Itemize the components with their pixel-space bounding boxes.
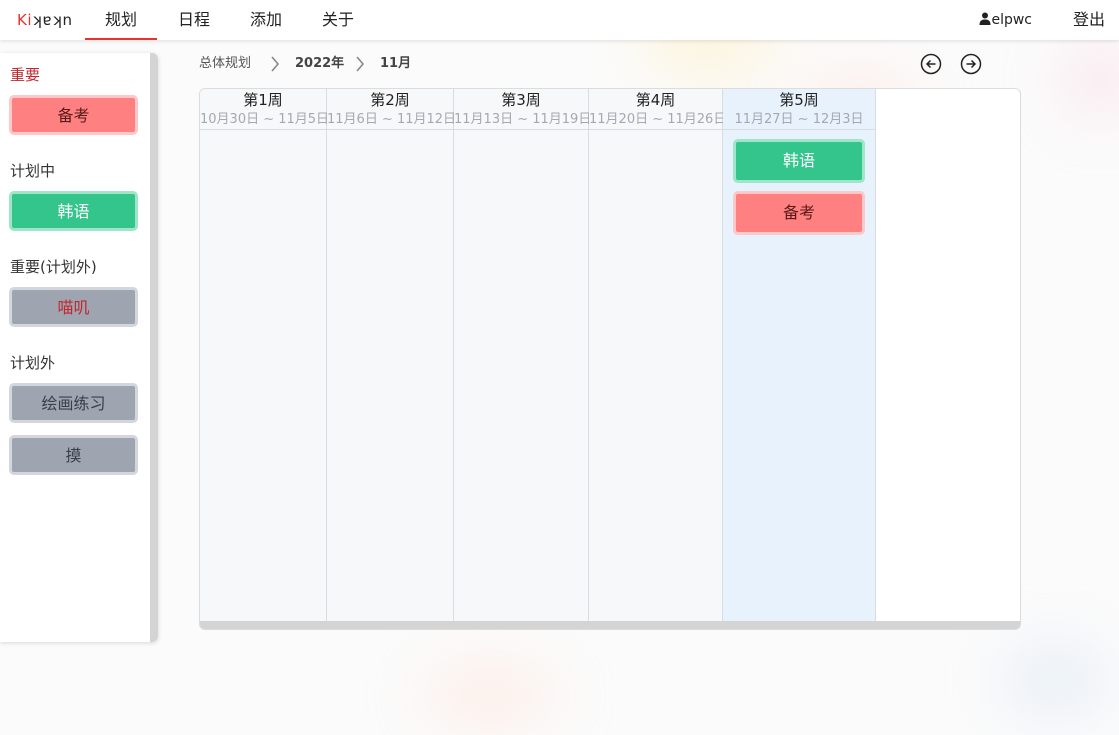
- sidebar: 重要 备考 计划中 韩语 重要(计划外) 喵叽 计划外 绘画练习 摸: [0, 53, 158, 642]
- week-column[interactable]: 第4周 11月20日 ~ 11月26日: [589, 89, 727, 622]
- background-blob: [420, 660, 560, 730]
- section-label-important-unplanned: 重要(计划外): [10, 258, 97, 276]
- breadcrumb-root[interactable]: 总体规划: [199, 55, 251, 73]
- next-arrow-icon[interactable]: [960, 53, 982, 75]
- logout-button[interactable]: 登出: [1073, 0, 1105, 40]
- week-range: 10月30日 ~ 11月5日: [200, 112, 330, 127]
- week-task-exam-prep[interactable]: 备考: [733, 191, 865, 235]
- user-menu[interactable]: elpwc: [979, 0, 1032, 40]
- nav-schedule[interactable]: 日程: [166, 0, 222, 40]
- week-title: 第2周: [370, 91, 410, 109]
- week-range: 11月27日 ~ 12月3日: [734, 112, 864, 127]
- divider: [327, 129, 453, 130]
- user-icon: [979, 12, 991, 25]
- previous-arrow-icon[interactable]: [920, 53, 942, 75]
- week-column[interactable]: 第3周 11月13日 ~ 11月19日: [454, 89, 592, 622]
- chevron-right-icon: [356, 56, 365, 72]
- task-button-korean[interactable]: 韩语: [9, 191, 138, 231]
- week-board: 第1周 10月30日 ~ 11月5日 第2周 11月6日 ~ 11月12日 第3…: [199, 88, 1021, 630]
- week-title: 第3周: [501, 91, 541, 109]
- week-range: 11月6日 ~ 11月12日: [327, 112, 457, 127]
- divider: [454, 129, 588, 130]
- divider: [723, 129, 875, 130]
- nav-plan[interactable]: 规划: [85, 0, 157, 40]
- breadcrumb-month[interactable]: 11月: [380, 55, 411, 73]
- sidebar-scrollbar[interactable]: [150, 53, 158, 642]
- week-title: 第1周: [243, 91, 283, 109]
- divider: [589, 129, 722, 130]
- divider: [200, 129, 326, 130]
- week-column[interactable]: 第2周 11月6日 ~ 11月12日: [327, 89, 457, 622]
- breadcrumb-year[interactable]: 2022年: [295, 55, 344, 73]
- section-label-important: 重要: [10, 66, 41, 84]
- week-task-korean[interactable]: 韩语: [733, 139, 865, 183]
- top-nav-bar: Kiʞɐʞn 规划 日程 添加 关于 elpwc 登出: [0, 0, 1119, 40]
- nav-about[interactable]: 关于: [310, 0, 366, 40]
- week-title: 第5周: [779, 91, 819, 109]
- week-title: 第4周: [635, 91, 676, 109]
- task-button-drawing[interactable]: 绘画练习: [9, 383, 138, 423]
- week-column[interactable]: 第1周 10月30日 ~ 11月5日: [200, 89, 330, 622]
- week-range: 11月20日 ~ 11月26日: [589, 112, 727, 127]
- section-label-planned: 计划中: [10, 162, 56, 180]
- board-scrollbar[interactable]: [200, 621, 1020, 629]
- section-label-unplanned: 计划外: [10, 354, 56, 372]
- week-range: 11月13日 ~ 11月19日: [454, 112, 592, 127]
- week-column-current[interactable]: 第5周 11月27日 ~ 12月3日 韩语 备考: [723, 89, 876, 622]
- logo-rest: ʞɐʞn: [32, 11, 73, 29]
- task-button-exam-prep[interactable]: 备考: [9, 95, 138, 135]
- username: elpwc: [991, 12, 1032, 28]
- app-logo[interactable]: Kiʞɐʞn: [17, 11, 73, 29]
- nav-add[interactable]: 添加: [238, 0, 294, 40]
- background-blob: [1060, 40, 1119, 120]
- chevron-right-icon: [271, 56, 280, 72]
- task-button-slack[interactable]: 摸: [9, 435, 138, 475]
- background-blob: [1000, 640, 1110, 720]
- logo-ki: Ki: [17, 11, 33, 29]
- task-button-meowji[interactable]: 喵叽: [9, 287, 138, 327]
